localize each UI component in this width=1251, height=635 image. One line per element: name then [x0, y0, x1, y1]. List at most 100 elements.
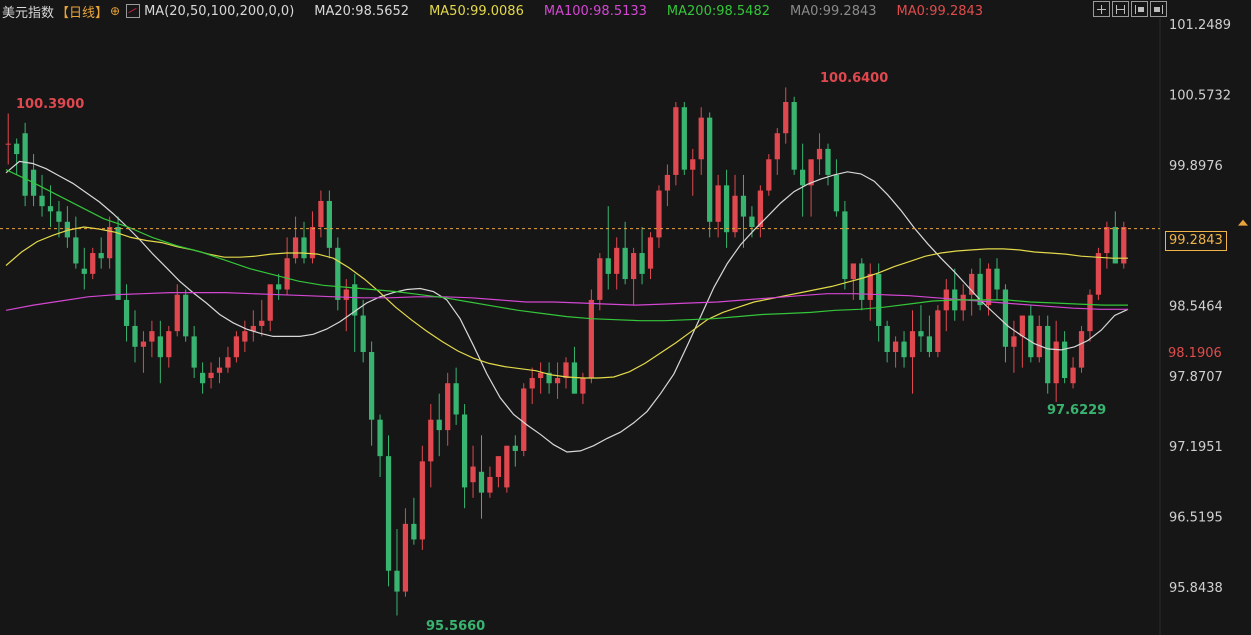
candle-body [935, 310, 941, 352]
candle-body [892, 341, 899, 352]
candle-body [411, 523, 417, 540]
candle-body [850, 263, 856, 280]
y-tick-label: 99.8976 [1169, 159, 1223, 174]
y-tick-label: 100.5732 [1169, 88, 1231, 103]
candle-body [1053, 341, 1059, 384]
candle-body [614, 247, 620, 274]
candle-body [504, 445, 510, 488]
zoom-in-icon[interactable] [1093, 1, 1110, 17]
candle-body [326, 200, 332, 248]
candle-body [690, 159, 696, 170]
candle-body [656, 190, 662, 238]
candle-body [445, 383, 451, 431]
ma-line-ma20 [5, 160, 1129, 453]
candle-body [461, 414, 468, 488]
chart-legend: 美元指数 【日线】 ⊕ MA(20,50,100,200,0,0) MA20:9… [2, 2, 993, 21]
step-right-icon[interactable] [1150, 1, 1167, 17]
candle-body [183, 294, 189, 337]
candle-body [149, 331, 155, 342]
candle-body [377, 419, 383, 457]
candle-body [884, 325, 890, 352]
ma-line-ma200 [5, 169, 1128, 322]
candle-body [766, 159, 772, 191]
candle-body [47, 206, 54, 212]
candle-body [580, 378, 586, 394]
candlestick-chart[interactable]: 101.2489 100.5732 99.8976 98.5464 97.8707 97.… [0, 0, 1251, 635]
candle-body [208, 372, 214, 379]
candle-body [495, 456, 502, 477]
candle-body [478, 471, 485, 493]
ma-params[interactable]: MA(20,50,100,200,0,0) [144, 4, 294, 19]
candle-body [867, 273, 873, 300]
candle-body [622, 247, 628, 280]
last-price-marker-icon [1238, 219, 1248, 226]
candle-body [800, 169, 806, 186]
candle-body [512, 445, 518, 451]
candle-body [98, 253, 104, 259]
candle-body [563, 362, 569, 379]
candle-body [385, 456, 392, 571]
candle-body [749, 216, 755, 227]
candle-body [597, 258, 603, 300]
candle-body [123, 299, 130, 326]
candle-body [1019, 315, 1025, 337]
chart-toolbar [1093, 1, 1167, 17]
candle-body [605, 258, 611, 274]
period-toggle-icon[interactable]: ⊕ [110, 4, 120, 18]
candle-body [842, 211, 848, 280]
candle-body [1104, 226, 1110, 254]
candle-body [1087, 294, 1093, 332]
y-tick-label: 97.1951 [1169, 440, 1223, 455]
candle-body [276, 284, 282, 290]
candle-body [588, 299, 594, 379]
ma-value-4: MA0:99.2843 [789, 3, 877, 19]
candle-body [335, 247, 341, 300]
candle-body [267, 284, 273, 321]
candle-body [360, 315, 366, 352]
instrument-name: 美元指数 [2, 5, 55, 21]
y-tick-label: 97.8707 [1169, 370, 1223, 385]
candle-body [715, 185, 721, 222]
candle-body [292, 237, 299, 259]
candle-body [732, 195, 738, 233]
candle-body [808, 159, 814, 186]
ma-value-1: MA50:99.0086 [429, 3, 524, 19]
candle-body [960, 294, 966, 311]
candle-body [394, 570, 400, 592]
candle-body [1028, 315, 1034, 358]
ma-values: MA20:98.5652 MA50:99.0086 MA100:98.5133 MA2… [304, 4, 993, 19]
candle-body [470, 466, 476, 483]
candle-body [909, 331, 916, 358]
peak-high-label: 100.6400 [820, 71, 889, 86]
ma-value-0: MA20:98.5652 [314, 3, 410, 19]
ma-value-2: MA100:98.5133 [543, 3, 647, 19]
candle-body [436, 419, 442, 431]
candle-body [1070, 367, 1076, 384]
candle-body [554, 378, 561, 384]
candle-body [926, 336, 933, 352]
candle-body [1002, 289, 1009, 347]
candle-body [81, 268, 87, 274]
candle-body [301, 237, 307, 259]
candle-body [39, 195, 45, 207]
step-left-icon[interactable] [1131, 1, 1148, 17]
period-selector[interactable]: 【日线】 [56, 2, 108, 21]
candle-body [783, 102, 789, 134]
candle-body [5, 143, 11, 145]
recent-low-label: 97.6229 [1047, 403, 1107, 418]
last-price-tag: 99.2843 [1165, 231, 1227, 251]
y-tick-label: 96.5195 [1169, 511, 1223, 526]
candle-body [639, 253, 645, 274]
candle-body [343, 289, 349, 300]
candle-body [1095, 253, 1102, 295]
candle-body [419, 461, 425, 540]
candle-body [216, 367, 223, 373]
candle-body [673, 107, 679, 175]
reference-price-tag: 98.1906 [1168, 346, 1222, 361]
candle-body [521, 388, 527, 451]
candle-body [402, 523, 409, 592]
zoom-out-icon[interactable] [1112, 1, 1129, 17]
candle-body [791, 102, 797, 170]
indicator-settings-icon[interactable] [126, 4, 141, 18]
candle-body [174, 294, 180, 332]
